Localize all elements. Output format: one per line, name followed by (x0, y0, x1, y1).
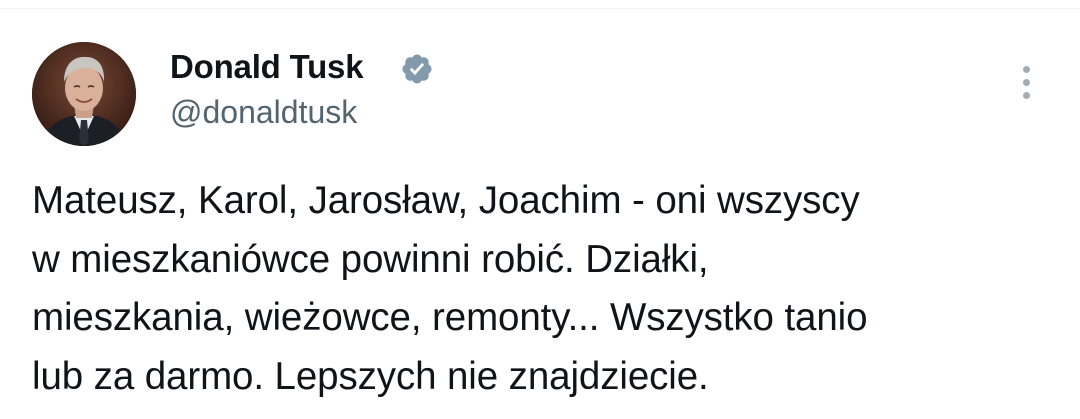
author-name[interactable]: Donald Tusk (170, 48, 364, 86)
tweet[interactable]: Donald Tusk @donaldtusk Mateusz, Karol, … (0, 0, 1080, 419)
more-dot (1023, 79, 1030, 86)
more-options-icon[interactable] (1010, 62, 1044, 102)
tweet-text-line: w mieszkaniówce powinni robić. Działki, (32, 237, 709, 281)
verified-badge-icon (402, 54, 432, 84)
tweet-text-line: lub za darmo. Lepszych nie znajdziecie. (32, 354, 709, 398)
tweet-text: Mateusz, Karol, Jarosław, Joachim - oni … (32, 172, 1062, 406)
tweet-text-line: mieszkania, wieżowce, remonty... Wszystk… (32, 296, 868, 339)
more-dot (1023, 66, 1030, 73)
author-handle[interactable]: @donaldtusk (170, 94, 357, 131)
tweet-text-line: Mateusz, Karol, Jarosław, Joachim - oni … (32, 179, 860, 222)
more-dot (1023, 92, 1030, 99)
avatar-photo (32, 42, 136, 146)
author-avatar[interactable] (32, 42, 136, 146)
